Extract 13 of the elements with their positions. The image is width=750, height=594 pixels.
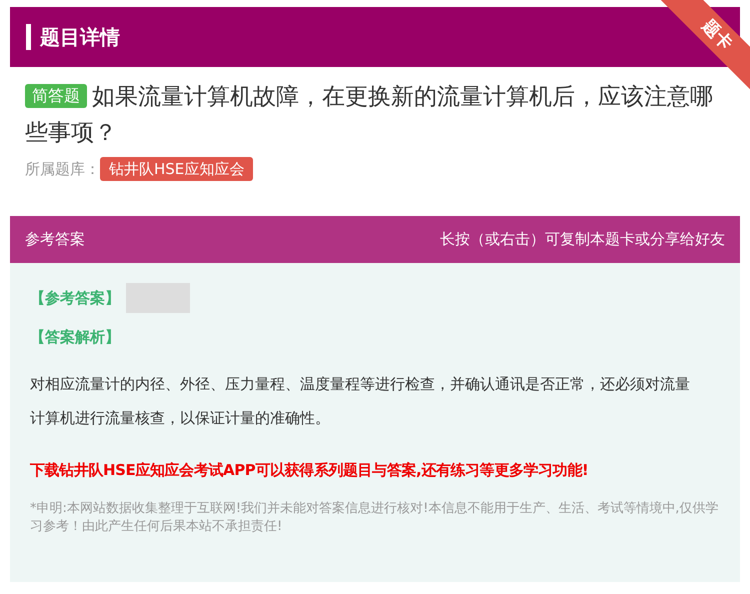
disclaimer-text: *申明:本网站数据收集整理于互联网!我们并未能对答案信息进行核对!本信息不能用于生产、生活、考试等情境中,仅供学习参考！由此产生任何后果本站不承担责任! [29, 500, 720, 536]
share-hint: 长按（或右击）可复制本题卡或分享给好友 [440, 230, 725, 249]
source-label: 所属题库： [25, 160, 100, 178]
app-promo-link[interactable]: 下载钻井队HSE应知应会考试APP可以获得系列题目与答案,还有练习等更多学习功能! [10, 435, 740, 480]
answer-title: 参考答案 [25, 230, 85, 249]
header-title: 题目详情 [40, 24, 120, 50]
title-mark [26, 24, 31, 50]
answer-label: 【参考答案】 [30, 288, 120, 308]
answer-image-placeholder [126, 283, 190, 313]
analysis-label: 【答案解析】 [30, 328, 120, 347]
question-type-badge: 简答题 [25, 84, 87, 108]
source-tag[interactable]: 钻井队HSE应知应会 [100, 157, 254, 181]
analysis-text: 对相应流量计的内径、外径、压力量程、温度量程等进行检查，并确认通讯是否正常，还必须对流量计算机进行流量核查，以保证计量的准确性。 [29, 374, 691, 429]
